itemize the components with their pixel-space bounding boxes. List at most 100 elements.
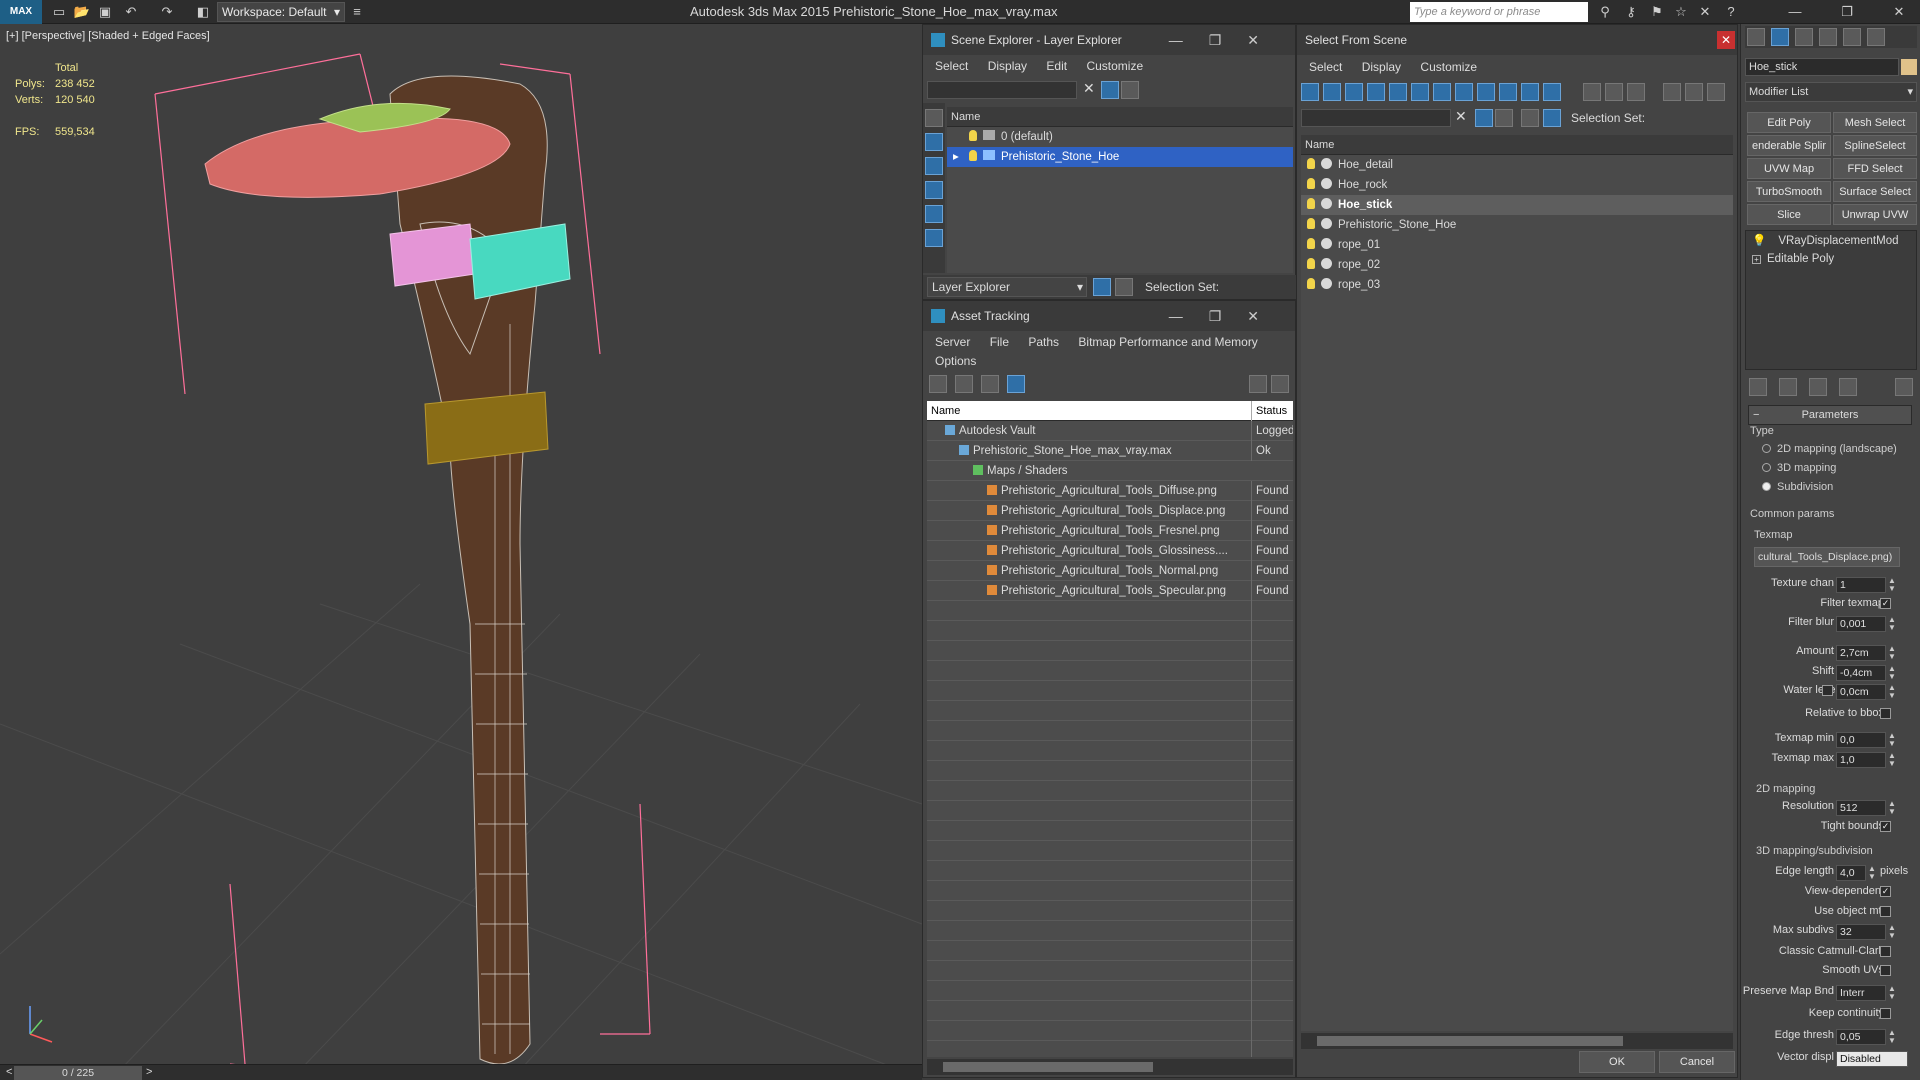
cancel-button[interactable]: Cancel [1659, 1051, 1735, 1073]
select-none-icon[interactable] [1605, 83, 1623, 101]
explorer-type-dropdown[interactable]: Layer Explorer ▾ [927, 277, 1087, 297]
menu-paths[interactable]: Paths [1028, 335, 1059, 349]
exchange-icon[interactable]: ✕ [1696, 3, 1714, 21]
thumbnail-view-icon[interactable] [981, 375, 999, 393]
filter-shapes-icon[interactable] [1323, 83, 1341, 101]
spinner-arrows-icon[interactable]: ▲ ▼ [1888, 616, 1896, 632]
param-spinner[interactable]: 0,0cm [1836, 684, 1886, 700]
spinner-arrows-icon[interactable]: ▲ ▼ [1888, 924, 1896, 940]
close-icon[interactable]: ✕ [1890, 3, 1908, 21]
time-slider[interactable]: < 0 / 225 > [0, 1064, 922, 1080]
perspective-viewport[interactable]: [+] [Perspective] [Shaded + Edged Faces]… [0, 24, 922, 1070]
param-spinner[interactable]: 0,05 [1836, 1029, 1886, 1045]
spinner-arrows-icon[interactable]: ▲ ▼ [1888, 577, 1896, 593]
remove-modifier-icon[interactable] [1839, 378, 1857, 396]
param-spinner[interactable]: 0,001 [1836, 616, 1886, 632]
spinner-arrows-icon[interactable]: ▲ ▼ [1868, 865, 1876, 881]
binoculars-icon[interactable]: ⚲ [1596, 3, 1614, 21]
filter-icon[interactable] [1475, 109, 1493, 127]
viewport-label[interactable]: [+] [Perspective] [Shaded + Edged Faces] [6, 30, 210, 42]
search-input[interactable]: Type a keyword or phrase [1410, 2, 1588, 22]
menu-server[interactable]: Server [935, 335, 970, 349]
asset-row[interactable]: Prehistoric_Agricultural_Tools_Specular.… [927, 581, 1293, 601]
lightbulb-icon[interactable] [1307, 218, 1315, 229]
modifier-button[interactable]: Surface Select [1833, 181, 1917, 202]
modifier-button[interactable]: Edit Poly [1747, 112, 1831, 133]
lightbulb-icon[interactable] [1307, 178, 1315, 189]
layer-column-name[interactable]: Name [947, 107, 1293, 127]
undo-icon[interactable]: ↶ [122, 3, 140, 21]
find-icon[interactable] [1121, 81, 1139, 99]
lightbulb-icon[interactable] [1307, 278, 1315, 289]
scene-hscrollbar[interactable] [1301, 1033, 1733, 1049]
signin-icon[interactable]: ⚑ [1648, 3, 1666, 21]
display-cameras-icon[interactable] [925, 205, 943, 223]
star-icon[interactable]: ☆ [1672, 3, 1690, 21]
modifier-button[interactable]: UVW Map [1747, 158, 1831, 179]
param-checkbox[interactable] [1880, 1008, 1891, 1019]
menu-customize[interactable]: Customize [1420, 60, 1477, 74]
lightbulb-icon[interactable] [969, 150, 977, 161]
modifier-button[interactable]: TurboSmooth [1747, 181, 1831, 202]
display-lights-icon[interactable] [925, 181, 943, 199]
save-icon[interactable]: ▣ [96, 3, 114, 21]
asset-row[interactable]: Prehistoric_Agricultural_Tools_Displace.… [927, 501, 1293, 521]
menu-select[interactable]: Select [1309, 60, 1342, 74]
asset-row[interactable]: Maps / Shaders [927, 461, 1293, 481]
spinner-arrows-icon[interactable]: ▲ ▼ [1888, 645, 1896, 661]
refresh-icon[interactable] [929, 375, 947, 393]
param-spinner[interactable]: 32 [1836, 924, 1886, 940]
tree-icon[interactable] [1707, 83, 1725, 101]
object-column-name[interactable]: Name [1301, 135, 1733, 155]
spinner-arrows-icon[interactable]: ▲ ▼ [1888, 1029, 1896, 1045]
clear-search-icon[interactable]: ✕ [1455, 108, 1467, 125]
modifier-button[interactable]: Slice [1747, 204, 1831, 225]
menu-display[interactable]: Display [1362, 60, 1401, 74]
scene-object-row[interactable]: Hoe_stick [1301, 195, 1733, 215]
scene-object-row[interactable]: Hoe_detail [1301, 155, 1733, 175]
asset-row[interactable]: Prehistoric_Stone_Hoe_max_vray.max Ok [927, 441, 1293, 461]
col-status[interactable]: Status [1251, 401, 1287, 421]
filter-icon[interactable] [1101, 81, 1119, 99]
param-spinner[interactable]: Interr [1836, 985, 1886, 1001]
timeline-prev-button[interactable]: < [6, 1066, 12, 1078]
layer-icon[interactable] [1521, 109, 1539, 127]
app-logo[interactable]: MAX [0, 0, 42, 24]
open-file-icon[interactable]: 📂 [73, 3, 91, 21]
workspace-dropdown[interactable]: Workspace: Default ▾ [217, 2, 345, 22]
param-checkbox[interactable]: ✓ [1880, 886, 1891, 897]
parameters-rollout-header[interactable]: − Parameters [1748, 405, 1912, 425]
display-geometry-icon[interactable] [925, 133, 943, 151]
asset-row[interactable]: Prehistoric_Agricultural_Tools_Normal.pn… [927, 561, 1293, 581]
scene-object-row[interactable]: Prehistoric_Stone_Hoe [1301, 215, 1733, 235]
param-checkbox[interactable] [1880, 906, 1891, 917]
utilities-tab-icon[interactable] [1867, 28, 1885, 46]
radio-subdivision[interactable] [1762, 482, 1771, 491]
menu-file[interactable]: File [990, 335, 1009, 349]
menu-select[interactable]: Select [935, 59, 968, 73]
scene-explorer-title-bar[interactable]: Scene Explorer - Layer Explorer —❐✕ [923, 25, 1295, 55]
stack-item[interactable]: 💡 VRayDisplacementMod [1746, 231, 1916, 251]
project-folder-icon[interactable]: ◧ [194, 3, 212, 21]
param-checkbox[interactable]: ✓ [1880, 821, 1891, 832]
param-checkbox[interactable] [1880, 708, 1891, 719]
param-spinner[interactable]: 4,0 [1836, 865, 1866, 881]
param-dropdown[interactable]: Disabled [1836, 1051, 1908, 1067]
scene-object-row[interactable]: rope_03 [1301, 275, 1733, 295]
lightbulb-icon[interactable] [1307, 158, 1315, 169]
modify-tab-icon[interactable] [1771, 28, 1789, 46]
select-search-input[interactable] [1301, 109, 1451, 127]
lightbulb-icon[interactable] [1307, 258, 1315, 269]
modifier-button[interactable]: SplineSelect [1833, 135, 1917, 156]
param-checkbox[interactable] [1880, 946, 1891, 957]
modifier-button[interactable]: FFD Select [1833, 158, 1917, 179]
modifier-list-dropdown[interactable]: Modifier List ▾ [1745, 82, 1917, 102]
lightbulb-icon[interactable]: 💡 [1752, 235, 1766, 247]
spinner-arrows-icon[interactable]: ▲ ▼ [1888, 732, 1896, 748]
help-icon[interactable] [1249, 375, 1267, 393]
lightbulb-icon[interactable] [1307, 238, 1315, 249]
clear-search-icon[interactable]: ✕ [1083, 80, 1095, 97]
col-name[interactable]: Name [931, 405, 960, 417]
configure-sets-icon[interactable] [1895, 378, 1913, 396]
filter-containers-icon[interactable] [1499, 83, 1517, 101]
